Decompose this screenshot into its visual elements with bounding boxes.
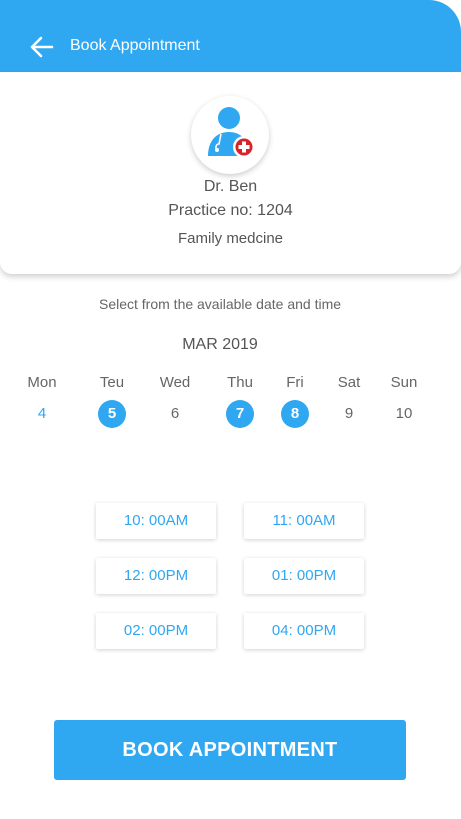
date-number[interactable]: 8 — [281, 400, 309, 428]
date-number[interactable]: 4 — [28, 400, 56, 428]
month-label: MAR 2019 — [182, 336, 258, 353]
book-appointment-button[interactable]: BOOK APPOINTMENT — [54, 720, 406, 780]
doctor-name: Dr. Ben — [203, 178, 258, 195]
page-title: Book Appointment — [70, 37, 200, 54]
day-tue[interactable]: Teu 5 — [90, 372, 134, 428]
time-slot-1100am[interactable]: 11: 00AM — [244, 503, 364, 539]
day-fri[interactable]: Fri 8 — [273, 372, 317, 428]
time-slot-1000am[interactable]: 10: 00AM — [96, 503, 216, 539]
date-number[interactable]: 10 — [390, 400, 418, 428]
avatar — [191, 96, 269, 174]
day-name: Sun — [390, 374, 418, 391]
doctor-medical-icon — [208, 107, 255, 158]
doctor-specialty: Family medcine — [177, 230, 284, 247]
day-name: Mon — [27, 374, 57, 391]
time-slot-1200pm[interactable]: 12: 00PM — [96, 558, 216, 594]
day-mon[interactable]: Mon 4 — [20, 372, 64, 428]
time-slot-0200pm[interactable]: 02: 00PM — [96, 613, 216, 649]
time-slot-0400pm[interactable]: 04: 00PM — [244, 613, 364, 649]
day-name: Sat — [337, 374, 361, 391]
date-number[interactable]: 6 — [161, 400, 189, 428]
day-name: Teu — [99, 374, 125, 391]
day-sun[interactable]: Sun 10 — [382, 372, 426, 428]
day-wed[interactable]: Wed 6 — [153, 372, 197, 428]
date-number[interactable]: 7 — [226, 400, 254, 428]
time-slot-0100pm[interactable]: 01: 00PM — [244, 558, 364, 594]
date-number[interactable]: 5 — [98, 400, 126, 428]
doctor-card: Dr. Ben Practice no: 1204 Family medcine — [0, 72, 461, 274]
date-number[interactable]: 9 — [335, 400, 363, 428]
day-sat[interactable]: Sat 9 — [327, 372, 371, 428]
arrow-left-icon[interactable] — [30, 36, 54, 58]
day-thu[interactable]: Thu 7 — [218, 372, 262, 428]
app-bar: Book Appointment — [0, 0, 461, 72]
day-name: Wed — [159, 374, 191, 391]
day-name: Fri — [286, 374, 304, 391]
practice-number: Practice no: 1204 — [168, 202, 293, 219]
instruction-text: Select from the available date and time — [98, 296, 342, 312]
day-name: Thu — [227, 374, 253, 391]
